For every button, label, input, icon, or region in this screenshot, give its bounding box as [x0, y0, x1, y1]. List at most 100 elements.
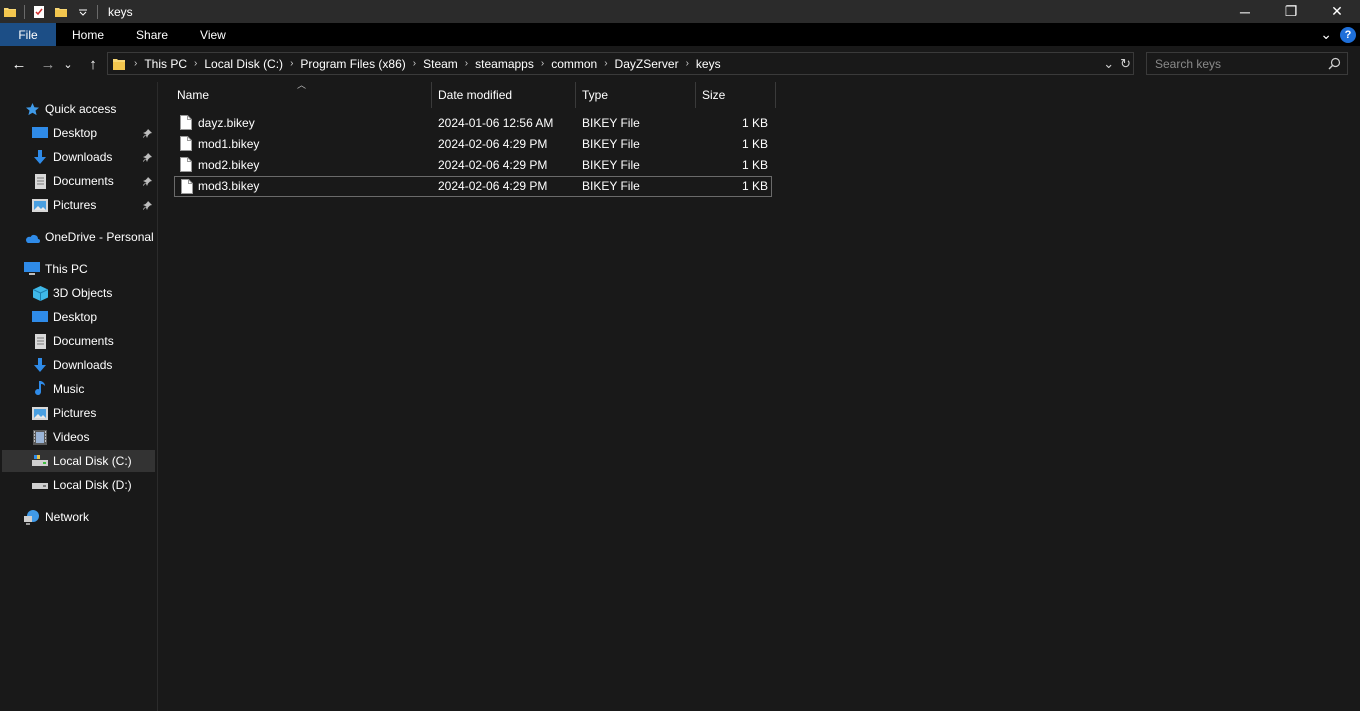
up-button[interactable]: ↑	[82, 54, 104, 74]
file-row[interactable]: mod1.bikey 2024-02-06 4:29 PM BIKEY File…	[174, 134, 772, 155]
film-icon	[32, 429, 48, 445]
sidebar-item-network[interactable]: Network	[24, 506, 89, 528]
window-title: keys	[108, 4, 133, 19]
back-button[interactable]: ←	[8, 54, 30, 74]
sidebar-item-videos[interactable]: Videos	[32, 426, 89, 448]
breadcrumb-separator: ›	[604, 58, 608, 69]
file-date: 2024-01-06 12:56 AM	[438, 116, 554, 130]
search-input[interactable]	[1147, 56, 1317, 71]
search-icon[interactable]	[1328, 57, 1341, 73]
navigation-bar: ← → ⌄ ↑ › This PC › Local Disk (C:) › Pr…	[0, 46, 1360, 82]
column-header-type[interactable]: Type	[576, 82, 695, 108]
desktop-icon	[32, 125, 48, 141]
sidebar-item-this-pc[interactable]: This PC	[24, 258, 88, 280]
network-icon	[24, 509, 40, 525]
tab-view[interactable]: View	[184, 23, 242, 46]
sidebar-item-label: Downloads	[53, 358, 113, 372]
sidebar-item-desktop-pc[interactable]: Desktop	[32, 306, 97, 328]
sidebar-item-label: Network	[45, 510, 90, 524]
pictures-icon	[32, 405, 48, 421]
customize-toolbar-icon[interactable]	[75, 4, 91, 20]
sidebar-item-downloads[interactable]: Downloads	[32, 146, 112, 168]
breadcrumb-separator: ›	[685, 58, 689, 69]
breadcrumb-this-pc[interactable]: This PC	[139, 57, 192, 71]
ribbon-tabs: File Home Share View ⌄ ?	[0, 23, 1360, 46]
sidebar-item-local-disk-c[interactable]: Local Disk (C:)	[2, 450, 155, 472]
file-row[interactable]: mod2.bikey 2024-02-06 4:29 PM BIKEY File…	[174, 155, 772, 176]
recent-locations-button[interactable]: ⌄	[61, 54, 75, 74]
sidebar-item-onedrive[interactable]: OneDrive - Personal	[24, 226, 154, 248]
file-icon	[180, 157, 192, 175]
cube-icon	[32, 285, 48, 301]
sidebar-item-quick-access[interactable]: Quick access	[24, 98, 116, 120]
refresh-icon[interactable]: ↻	[1120, 56, 1131, 72]
breadcrumb-steamapps[interactable]: steamapps	[470, 57, 539, 71]
breadcrumb-separator: ›	[464, 58, 469, 69]
breadcrumb-steam[interactable]: Steam	[418, 57, 463, 71]
folder-icon	[2, 4, 18, 20]
file-size: 1 KB	[741, 179, 768, 193]
file-name: dayz.bikey	[198, 116, 255, 130]
breadcrumb-local-disk-c[interactable]: Local Disk (C:)	[199, 57, 288, 71]
sidebar-item-downloads-pc[interactable]: Downloads	[32, 354, 112, 376]
expand-ribbon-icon[interactable]: ⌄	[1320, 26, 1332, 43]
sidebar-item-label: Documents	[53, 334, 114, 348]
breadcrumb-separator: ›	[290, 58, 294, 69]
properties-icon[interactable]	[31, 4, 47, 20]
sidebar-item-desktop[interactable]: Desktop	[32, 122, 97, 144]
breadcrumb-dayzserver[interactable]: DayZServer	[610, 57, 684, 71]
new-folder-icon[interactable]	[53, 4, 69, 20]
sidebar-item-label: Local Disk (D:)	[53, 478, 132, 492]
sidebar-item-music[interactable]: Music	[32, 378, 84, 400]
pin-icon[interactable]	[142, 194, 152, 216]
sidebar-item-documents-pc[interactable]: Documents	[32, 330, 114, 352]
file-icon	[180, 115, 192, 133]
column-header-date-modified[interactable]: Date modified	[432, 82, 575, 108]
drive-icon	[32, 453, 48, 469]
pictures-icon	[32, 197, 48, 213]
download-arrow-icon	[32, 357, 48, 373]
address-bar[interactable]: › This PC › Local Disk (C:) › Program Fi…	[107, 52, 1134, 75]
sidebar-item-label: 3D Objects	[53, 286, 113, 300]
sidebar-item-label: Desktop	[53, 310, 98, 324]
sidebar-item-label: Videos	[53, 430, 90, 444]
sidebar-item-local-disk-d[interactable]: Local Disk (D:)	[32, 474, 132, 496]
drive-icon	[32, 477, 48, 493]
sidebar-item-label: OneDrive - Personal	[45, 230, 154, 244]
sidebar-item-3d-objects[interactable]: 3D Objects	[32, 282, 112, 304]
file-row[interactable]: dayz.bikey 2024-01-06 12:56 AM BIKEY Fil…	[174, 113, 772, 134]
star-icon	[24, 101, 40, 117]
sidebar-item-documents[interactable]: Documents	[32, 170, 114, 192]
column-divider[interactable]	[775, 82, 776, 108]
pin-icon[interactable]	[142, 146, 152, 168]
tab-file[interactable]: File	[0, 23, 56, 46]
file-size: 1 KB	[741, 116, 768, 130]
pin-icon[interactable]	[142, 122, 152, 144]
sidebar-item-label: Documents	[53, 174, 114, 188]
maximize-button[interactable]: ❐	[1268, 0, 1314, 23]
file-row[interactable]: mod3.bikey 2024-02-06 4:29 PM BIKEY File…	[174, 176, 772, 197]
forward-button[interactable]: →	[37, 54, 59, 74]
file-name: mod1.bikey	[198, 137, 260, 151]
tab-share[interactable]: Share	[120, 23, 184, 46]
close-button[interactable]: ✕	[1314, 0, 1360, 23]
breadcrumb-program-files-x86[interactable]: Program Files (x86)	[295, 57, 410, 71]
column-header-name[interactable]: Name	[171, 82, 432, 108]
address-dropdown-icon[interactable]: ⌄	[1103, 56, 1114, 72]
document-icon	[32, 333, 48, 349]
sidebar-item-pictures-pc[interactable]: Pictures	[32, 402, 96, 424]
navigation-pane: Quick access Desktop Downloads Documents…	[0, 82, 158, 711]
breadcrumb-keys[interactable]: keys	[691, 57, 726, 71]
sidebar-item-label: Downloads	[53, 150, 113, 164]
computer-icon	[24, 261, 40, 277]
breadcrumb-common[interactable]: common	[546, 57, 602, 71]
tab-home[interactable]: Home	[56, 23, 120, 46]
sidebar-item-pictures[interactable]: Pictures	[32, 194, 96, 216]
minimize-button[interactable]: ─	[1222, 0, 1268, 23]
column-header-size[interactable]: Size	[696, 82, 775, 108]
help-icon[interactable]: ?	[1340, 26, 1356, 43]
search-box	[1146, 52, 1348, 75]
pin-icon[interactable]	[142, 170, 152, 192]
sidebar-item-label: Local Disk (C:)	[53, 454, 132, 468]
breadcrumb-separator: ›	[194, 58, 198, 69]
